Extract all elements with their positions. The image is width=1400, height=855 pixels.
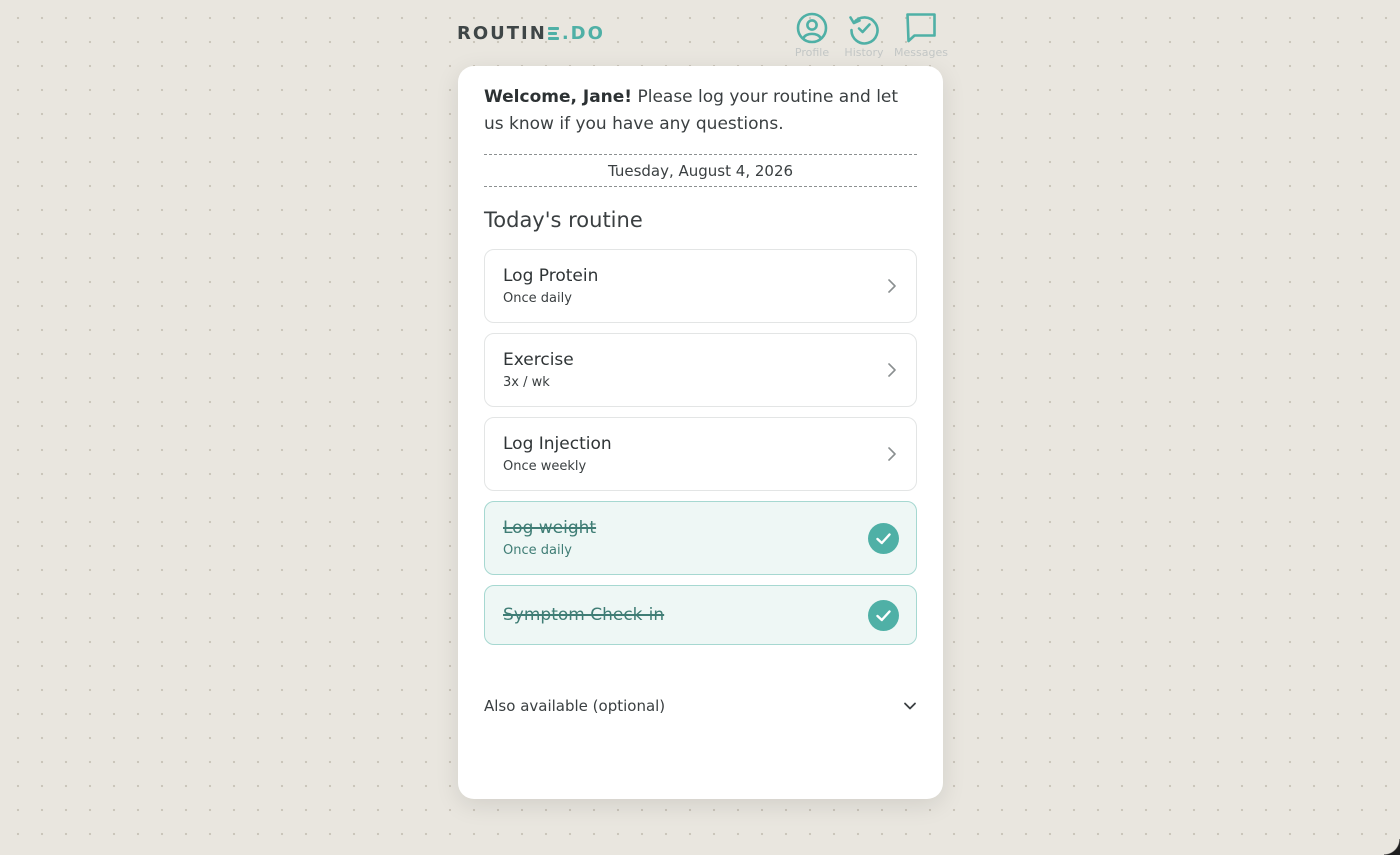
- nav-profile[interactable]: Profile: [786, 11, 838, 59]
- task-name: Exercise: [503, 350, 574, 370]
- task-frequency: Once daily: [503, 291, 572, 306]
- task-log-protein[interactable]: Log Protein Once daily: [484, 249, 917, 323]
- task-exercise[interactable]: Exercise 3x / wk: [484, 333, 917, 407]
- chevron-down-icon: [904, 702, 916, 710]
- task-name: Log Injection: [503, 434, 612, 454]
- chevron-right-icon: [888, 279, 896, 293]
- nav-history[interactable]: History: [838, 11, 890, 59]
- task-log-injection[interactable]: Log Injection Once weekly: [484, 417, 917, 491]
- brand-text: ROUTIN: [457, 22, 547, 44]
- date-bar: Tuesday, August 4, 2026: [484, 154, 917, 187]
- optional-tasks-label: Also available (optional): [484, 697, 666, 715]
- top-nav: Profile History Messages: [786, 11, 950, 59]
- brand-suffix: .DO: [561, 22, 605, 44]
- messages-icon: [906, 13, 936, 43]
- task-symptom-check-in[interactable]: Symptom Check-in: [484, 585, 917, 645]
- chevron-right-icon: [888, 363, 896, 377]
- task-frequency: Once daily: [503, 543, 572, 558]
- checkmark-icon: [868, 599, 899, 631]
- task-name: Log Protein: [503, 266, 599, 286]
- current-date: Tuesday, August 4, 2026: [607, 161, 794, 180]
- profile-icon: [796, 12, 828, 44]
- task-name: Symptom Check-in: [503, 605, 665, 625]
- nav-history-label: History: [844, 46, 884, 59]
- routine-card: Welcome, Jane! Please log your routine a…: [458, 66, 943, 799]
- optional-tasks-toggle[interactable]: Also available (optional): [484, 695, 917, 717]
- checkmark-icon: [868, 522, 899, 554]
- nav-profile-label: Profile: [794, 46, 830, 59]
- history-icon: [849, 16, 879, 45]
- nav-messages[interactable]: Messages: [892, 11, 950, 59]
- nav-messages-label: Messages: [894, 46, 948, 59]
- task-frequency: Once weekly: [503, 459, 587, 474]
- welcome-message: Welcome, Jane! Please log your routine a…: [484, 84, 917, 138]
- brand-e-mark: [547, 26, 559, 40]
- window-corner: [1384, 839, 1400, 855]
- chevron-right-icon: [888, 447, 896, 461]
- welcome-greeting: Welcome, Jane!: [484, 87, 633, 107]
- section-title: Today's routine: [484, 208, 643, 232]
- task-log-weight[interactable]: Log weight Once daily: [484, 501, 917, 575]
- task-name: Log weight: [503, 518, 597, 538]
- task-frequency: 3x / wk: [503, 375, 550, 390]
- brand-logo: ROUTIN .DO: [457, 21, 605, 45]
